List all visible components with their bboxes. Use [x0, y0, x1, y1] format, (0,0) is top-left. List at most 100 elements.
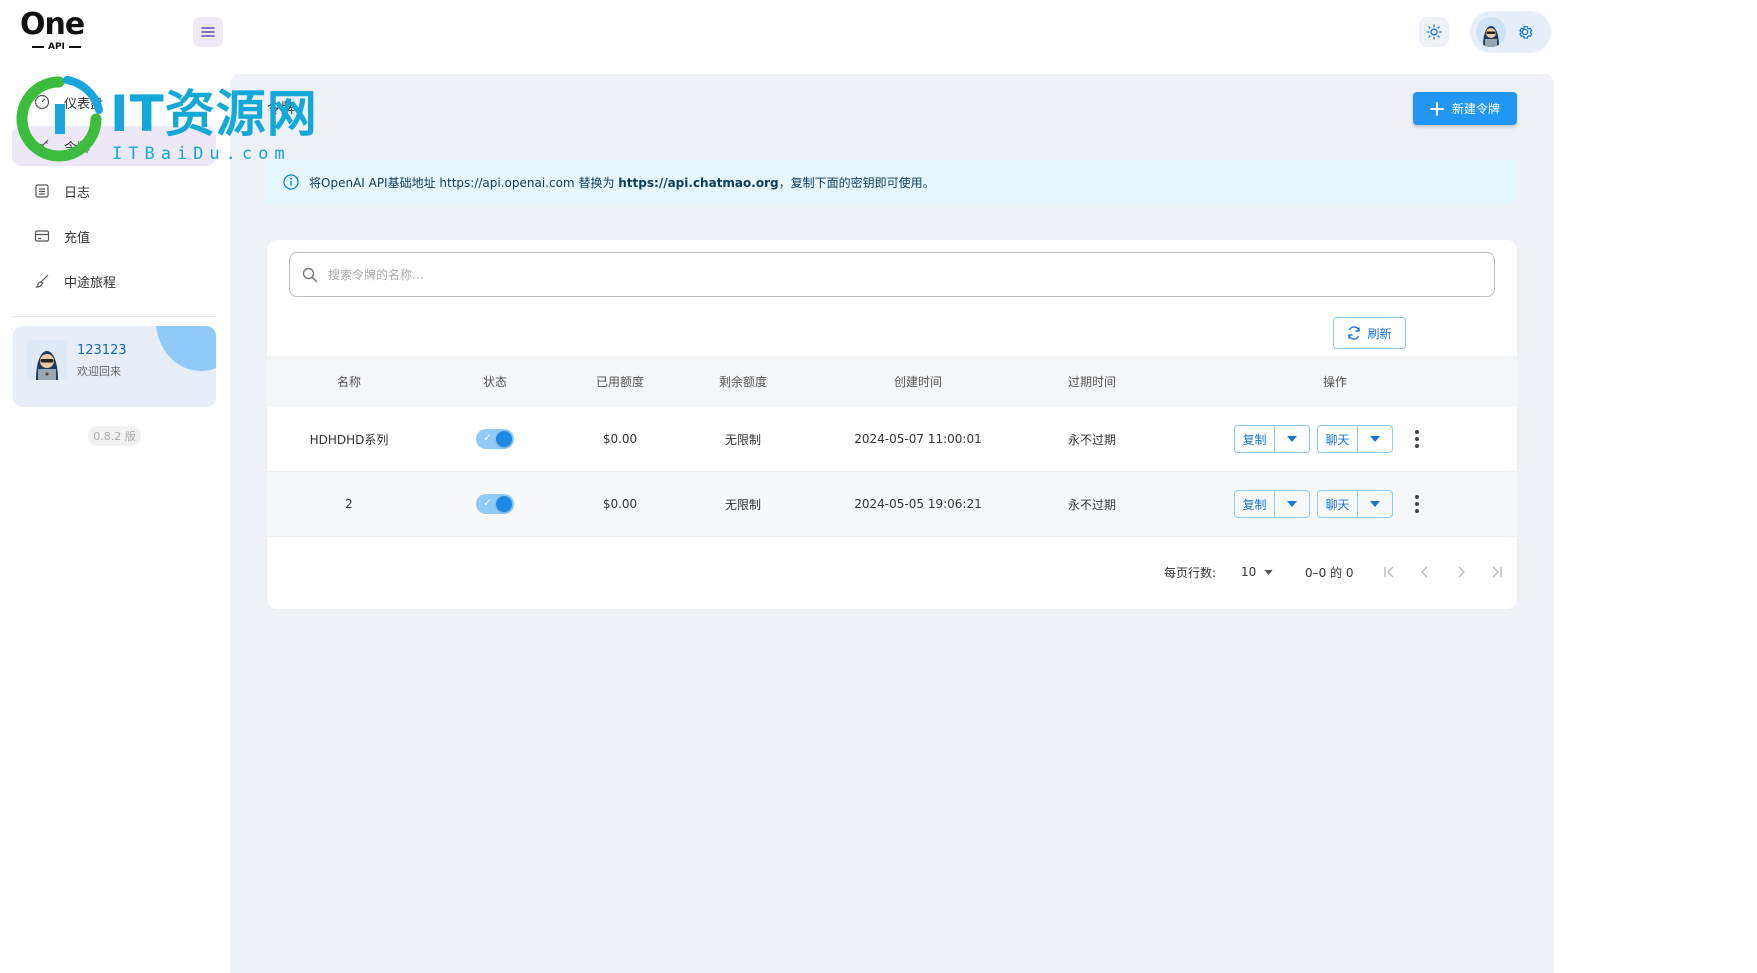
sun-icon [1426, 24, 1442, 40]
created-time: 2024-05-07 11:00:01 [854, 432, 982, 446]
menu-icon [201, 27, 215, 37]
api-base-url: https://api.chatmao.org [618, 175, 779, 190]
sidebar-item-topup[interactable]: 充值 [12, 216, 216, 256]
info-alert: 将OpenAI API基础地址 https://api.openai.com 替… [267, 160, 1517, 204]
new-token-label: 新建令牌 [1451, 102, 1500, 116]
log-icon [35, 184, 49, 198]
column-header-created[interactable]: 创建时间 [843, 356, 993, 407]
chat-button[interactable]: 聊天 [1318, 491, 1358, 517]
table-header: 名称 状态 已用额度 剩余额度 创建时间 过期时间 操作 [267, 356, 1517, 407]
logo-sub-text: API [48, 42, 65, 52]
caret-down-icon [1287, 436, 1297, 442]
page-title: 令牌 [267, 101, 295, 117]
sidebar-item-label: 充值 [64, 230, 91, 246]
more-options-icon[interactable] [1407, 430, 1427, 448]
previous-page-icon[interactable] [1413, 560, 1437, 584]
page-range: 0–0 的 0 [1305, 565, 1354, 580]
copy-button[interactable]: 复制 [1235, 491, 1275, 517]
sidebar-item-dashboard[interactable]: 仪表盘 [12, 82, 216, 122]
copy-split-button: 复制 [1234, 425, 1310, 453]
logo-main-text: One [20, 7, 85, 42]
brush-icon [35, 274, 49, 288]
chat-split-button: 聊天 [1317, 425, 1393, 453]
sidebar-divider [12, 316, 216, 317]
refresh-icon [1348, 326, 1361, 340]
new-token-button[interactable]: 新建令牌 [1413, 92, 1517, 125]
key-icon [35, 139, 49, 153]
credit-card-icon [34, 230, 50, 242]
copy-dropdown-button[interactable] [1275, 491, 1309, 517]
user-name: 123123 [77, 343, 127, 358]
rows-per-page-value: 10 [1241, 565, 1257, 579]
remaining-quota: 无限制 [724, 497, 761, 512]
search-icon [302, 267, 318, 282]
info-icon [283, 174, 299, 190]
last-page-icon[interactable] [1485, 560, 1509, 584]
table-row: HDHDHD系列 ✓ $0.00 无限制 2024-05-07 11:00:01… [267, 407, 1517, 472]
caret-down-icon [1264, 569, 1273, 575]
menu-toggle-button[interactable] [193, 17, 223, 47]
column-header-actions: 操作 [1322, 375, 1347, 389]
caret-down-icon [1370, 436, 1380, 442]
copy-dropdown-button[interactable] [1275, 426, 1309, 452]
created-time: 2024-05-05 19:06:21 [854, 497, 982, 511]
sidebar-item-label: 中途旅程 [64, 275, 117, 291]
remaining-quota: 无限制 [724, 432, 761, 447]
sidebar-item-midjourney[interactable]: 中途旅程 [12, 261, 216, 301]
copy-split-button: 复制 [1234, 490, 1310, 518]
tokens-card: 刷新 名称 状态 已用额度 剩余额度 创建时间 过期时间 操作 HDHDHD系列… [267, 240, 1517, 609]
welcome-text: 欢迎回来 [77, 365, 121, 378]
next-page-icon[interactable] [1449, 560, 1473, 584]
settings-gear-icon [1519, 26, 1533, 39]
column-header-remaining[interactable]: 剩余额度 [693, 356, 793, 407]
sidebar: 仪表盘 令牌 日志 充值 中途旅程 123123 欢迎回来 0.8.2 版 [0, 74, 230, 973]
version-badge: 0.8.2 版 [88, 426, 141, 446]
table-row: 2 ✓ $0.00 无限制 2024-05-05 19:06:21 永不过期 复… [267, 472, 1517, 537]
sidebar-item-tokens[interactable]: 令牌 [12, 126, 216, 166]
caret-down-icon [1287, 501, 1297, 507]
token-name: 2 [345, 497, 353, 511]
caret-down-icon [1370, 501, 1380, 507]
status-toggle[interactable]: ✓ [476, 429, 514, 449]
token-name: HDHDHD系列 [309, 432, 389, 447]
chat-button[interactable]: 聊天 [1318, 426, 1358, 452]
avatar [1476, 17, 1506, 47]
sidebar-item-logs[interactable]: 日志 [12, 171, 216, 211]
status-toggle[interactable]: ✓ [476, 494, 514, 514]
app-logo[interactable]: One API [20, 8, 96, 58]
check-icon: ✓ [483, 431, 493, 444]
refresh-button[interactable]: 刷新 [1333, 317, 1406, 349]
rows-per-page-select[interactable]: 10 [1241, 536, 1273, 608]
sidebar-item-label: 令牌 [64, 140, 91, 156]
pagination: 每页行数: 10 0–0 的 0 [267, 536, 1517, 608]
chat-split-button: 聊天 [1317, 490, 1393, 518]
refresh-label: 刷新 [1367, 326, 1392, 341]
app-header: One API [0, 0, 1757, 74]
search-box[interactable] [289, 252, 1495, 297]
logo-sub: API [32, 42, 96, 52]
column-header-status[interactable]: 状态 [445, 356, 545, 407]
dashboard-icon [34, 94, 50, 110]
alert-text: 将OpenAI API基础地址 https://api.openai.com 替… [309, 175, 935, 190]
profile-menu[interactable] [1470, 11, 1551, 53]
rows-per-page-label: 每页行数: [1164, 565, 1217, 580]
more-options-icon[interactable] [1407, 495, 1427, 513]
column-header-expires[interactable]: 过期时间 [1042, 356, 1142, 407]
user-card: 123123 欢迎回来 [13, 326, 216, 407]
theme-toggle-button[interactable] [1419, 17, 1449, 47]
main-content: 令牌 新建令牌 将OpenAI API基础地址 https://api.open… [230, 74, 1554, 973]
expire-time: 永不过期 [1067, 497, 1116, 512]
sidebar-item-label: 仪表盘 [64, 96, 104, 112]
plus-icon [1429, 101, 1444, 116]
used-quota: $0.00 [602, 432, 638, 446]
user-avatar [27, 340, 67, 380]
column-header-name[interactable]: 名称 [299, 356, 399, 407]
used-quota: $0.00 [602, 497, 638, 511]
first-page-icon[interactable] [1377, 560, 1401, 584]
search-input[interactable] [328, 267, 1428, 282]
chat-dropdown-button[interactable] [1358, 491, 1392, 517]
column-header-used[interactable]: 已用额度 [570, 356, 670, 407]
expire-time: 永不过期 [1067, 432, 1116, 447]
chat-dropdown-button[interactable] [1358, 426, 1392, 452]
copy-button[interactable]: 复制 [1235, 426, 1275, 452]
